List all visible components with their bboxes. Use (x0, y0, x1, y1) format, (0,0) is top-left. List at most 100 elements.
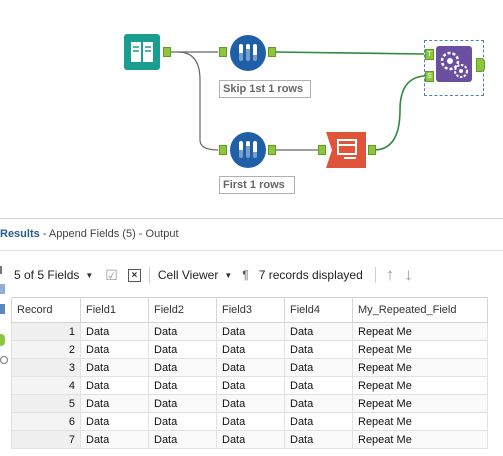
table-cell[interactable]: Data (284, 376, 353, 395)
table-cell[interactable]: Data (148, 394, 217, 413)
results-title: Results (0, 228, 40, 240)
record-cell[interactable]: 1 (11, 322, 81, 341)
input-output-anchor[interactable] (163, 47, 171, 57)
column-header-my-repeated-field[interactable]: My_Repeated_Field (352, 297, 488, 323)
cell-viewer-label: Cell Viewer (157, 268, 219, 282)
toolbar-divider (148, 267, 150, 283)
cell-viewer-dropdown[interactable]: Cell Viewer ▼ (158, 268, 232, 282)
table-cell[interactable]: Data (284, 430, 353, 449)
table-cell[interactable]: Repeat Me (352, 358, 488, 377)
crosstab-output-anchor[interactable] (368, 145, 376, 155)
sample2-input-anchor[interactable] (219, 145, 227, 155)
sample1-input-anchor[interactable] (219, 47, 227, 57)
test-tubes-icon (230, 35, 266, 71)
results-subtitle: - Append Fields (5) - Output (42, 228, 179, 240)
append-source-anchor[interactable]: S (425, 71, 434, 82)
table-cell[interactable]: Data (216, 322, 285, 341)
table-cell[interactable]: Repeat Me (352, 322, 488, 341)
record-cell[interactable]: 3 (11, 358, 81, 377)
record-cell[interactable]: 6 (11, 412, 81, 431)
table-cell[interactable]: Repeat Me (352, 430, 488, 449)
record-cell[interactable]: 2 (11, 340, 81, 359)
append-fields-tool[interactable] (436, 46, 472, 82)
table-cell[interactable]: Data (216, 376, 285, 395)
close-box-icon[interactable]: × (127, 268, 141, 282)
table-cell[interactable]: Data (284, 322, 353, 341)
metadata-icon[interactable] (0, 284, 5, 294)
table-row[interactable]: 2 Data Data Data Data Repeat Me (11, 340, 488, 359)
table-cell[interactable]: Data (216, 340, 285, 359)
record-cell[interactable]: 4 (11, 376, 81, 395)
test-tubes-icon (230, 132, 266, 168)
pilcrow-icon[interactable]: ¶ (242, 268, 248, 282)
pane-divider[interactable] (0, 218, 503, 219)
table-cell[interactable]: Data (80, 340, 149, 359)
output-anchor-icon[interactable] (0, 334, 5, 346)
append-output-anchor[interactable] (476, 58, 485, 72)
table-cell[interactable]: Data (284, 358, 353, 377)
table-cell[interactable]: Data (80, 376, 149, 395)
input-data-tool[interactable] (124, 34, 160, 70)
table-cell[interactable]: Data (216, 412, 285, 431)
arrow-down-icon[interactable]: ↓ (404, 265, 413, 285)
table-cell[interactable]: Data (148, 340, 217, 359)
records-count: 7 records displayed (258, 268, 363, 282)
column-header-field2[interactable]: Field2 (148, 297, 217, 323)
checkbox-icon[interactable]: ☑ (105, 267, 118, 284)
table-row[interactable]: 4 Data Data Data Data Repeat Me (11, 376, 488, 395)
sample2-output-anchor[interactable] (268, 145, 276, 155)
table-cell[interactable]: Data (284, 340, 353, 359)
table-cell[interactable]: Data (80, 412, 149, 431)
results-side-strip (0, 262, 10, 456)
table-cell[interactable]: Repeat Me (352, 376, 488, 395)
table-cell[interactable]: Data (80, 322, 149, 341)
table-cell[interactable]: Data (216, 394, 285, 413)
table-cell[interactable]: Data (216, 358, 285, 377)
crosstab-tool[interactable] (326, 132, 366, 168)
column-header-record[interactable]: Record (11, 297, 81, 323)
sample2-annotation: First 1 rows (219, 176, 295, 194)
table-cell[interactable]: Repeat Me (352, 394, 488, 413)
table-cell[interactable]: Data (148, 430, 217, 449)
table-row[interactable]: 7 Data Data Data Data Repeat Me (11, 430, 488, 449)
column-header-field4[interactable]: Field4 (284, 297, 353, 323)
record-cell[interactable]: 7 (11, 430, 81, 449)
grid-view-icon[interactable] (0, 266, 8, 274)
table-header-row: Record Field1 Field2 Field3 Field4 My_Re… (11, 297, 488, 323)
crosstab-icon (326, 132, 366, 168)
table-cell[interactable]: Data (216, 430, 285, 449)
sample1-output-anchor[interactable] (268, 47, 276, 57)
table-row[interactable]: 6 Data Data Data Data Repeat Me (11, 412, 488, 431)
chevron-down-icon: ▼ (85, 270, 94, 280)
table-cell[interactable]: Data (80, 394, 149, 413)
table-cell[interactable]: Data (148, 358, 217, 377)
table-cell[interactable]: Data (80, 358, 149, 377)
append-target-anchor[interactable]: T (425, 49, 434, 60)
table-cell[interactable]: Data (148, 412, 217, 431)
table-cell[interactable]: Data (80, 430, 149, 449)
table-cell[interactable]: Data (148, 322, 217, 341)
column-header-field3[interactable]: Field3 (216, 297, 285, 323)
sample-tool-skip[interactable] (230, 35, 266, 71)
data-icon[interactable] (0, 304, 5, 314)
table-body: 1 Data Data Data Data Repeat Me 2 Data Data Data D… (11, 322, 488, 449)
column-header-field1[interactable]: Field1 (80, 297, 149, 323)
fields-dropdown[interactable]: 5 of 5 Fields ▼ (14, 268, 93, 282)
arrow-up-icon[interactable]: ↑ (386, 265, 395, 285)
table-cell[interactable]: Repeat Me (352, 412, 488, 431)
record-cell[interactable]: 5 (11, 394, 81, 413)
table-row[interactable]: 3 Data Data Data Data Repeat Me (11, 358, 488, 377)
sample1-annotation: Skip 1st 1 rows (219, 80, 311, 98)
fields-label: 5 of 5 Fields (14, 268, 80, 282)
crosstab-input-anchor[interactable] (318, 145, 326, 155)
input-anchor-icon[interactable] (0, 356, 8, 364)
table-cell[interactable]: Data (284, 412, 353, 431)
table-cell[interactable]: Repeat Me (352, 340, 488, 359)
table-row[interactable]: 1 Data Data Data Data Repeat Me (11, 322, 488, 341)
table-row[interactable]: 5 Data Data Data Data Repeat Me (11, 394, 488, 413)
workflow-canvas[interactable]: Skip 1st 1 rows First 1 rows T S (0, 0, 503, 218)
table-cell[interactable]: Data (148, 376, 217, 395)
sample-tool-first[interactable] (230, 132, 266, 168)
table-cell[interactable]: Data (284, 394, 353, 413)
chevron-down-icon: ▼ (224, 270, 233, 280)
